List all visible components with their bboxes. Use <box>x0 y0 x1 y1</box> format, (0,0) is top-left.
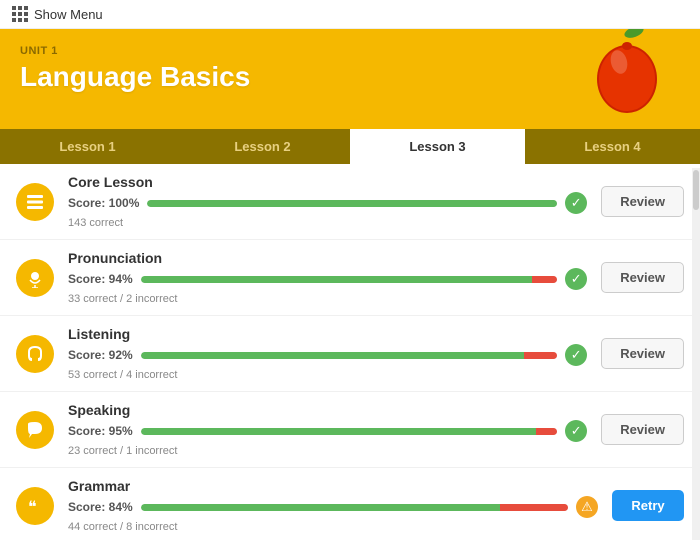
listening-review-button[interactable]: Review <box>601 338 684 369</box>
scrollbar[interactable] <box>692 168 700 540</box>
listening-info: Listening Score: 92% ✓ 53 correct / 4 in… <box>68 326 587 381</box>
speaking-icon <box>16 411 54 449</box>
grammar-score: Score: 84% <box>68 500 133 514</box>
core-lesson-name: Core Lesson <box>68 174 587 190</box>
speaking-progress-green <box>141 428 537 435</box>
pronunciation-progress-bg <box>141 276 557 283</box>
list-item: Listening Score: 92% ✓ 53 correct / 4 in… <box>0 316 700 392</box>
pronunciation-score: Score: 94% <box>68 272 133 286</box>
listening-status-icon: ✓ <box>565 344 587 366</box>
listening-progress-bg <box>141 352 557 359</box>
core-lesson-score-row: Score: 100% ✓ <box>68 192 587 214</box>
tab-lesson4[interactable]: Lesson 4 <box>525 129 700 164</box>
speaking-status-icon: ✓ <box>565 420 587 442</box>
grammar-icon: ❝ <box>16 487 54 525</box>
listening-name: Listening <box>68 326 587 342</box>
speaking-correct: 23 correct / 1 incorrect <box>68 445 587 457</box>
speaking-score-row: Score: 95% ✓ <box>68 420 587 442</box>
tab-lesson2[interactable]: Lesson 2 <box>175 129 350 164</box>
svg-text:❝: ❝ <box>28 499 37 516</box>
content-area: Core Lesson Score: 100% ✓ 143 correct Re… <box>0 164 700 536</box>
unit-label: UNIT 1 <box>20 45 680 57</box>
listening-progress-green <box>141 352 524 359</box>
pronunciation-correct: 33 correct / 2 incorrect <box>68 293 587 305</box>
lesson-tabs: Lesson 1 Lesson 2 Lesson 3 Lesson 4 <box>0 129 700 164</box>
speaking-name: Speaking <box>68 402 587 418</box>
pronunciation-status-icon: ✓ <box>565 268 587 290</box>
speaking-review-button[interactable]: Review <box>601 414 684 445</box>
list-item: Speaking Score: 95% ✓ 23 correct / 1 inc… <box>0 392 700 468</box>
core-lesson-status-icon: ✓ <box>565 192 587 214</box>
list-item: ❝ Grammar Score: 84% ⚠ 44 correct / 8 in… <box>0 468 700 536</box>
core-lesson-info: Core Lesson Score: 100% ✓ 143 correct <box>68 174 587 229</box>
top-bar: Show Menu <box>0 0 700 29</box>
unit-title: Language Basics <box>20 61 680 93</box>
pronunciation-progress-red <box>532 276 557 283</box>
core-lesson-review-button[interactable]: Review <box>601 186 684 217</box>
apple-decoration <box>585 29 670 119</box>
listening-score: Score: 92% <box>68 348 133 362</box>
listening-correct: 53 correct / 4 incorrect <box>68 369 587 381</box>
grammar-score-row: Score: 84% ⚠ <box>68 496 598 518</box>
tab-lesson3[interactable]: Lesson 3 <box>350 129 525 164</box>
listening-progress-red <box>524 352 557 359</box>
grammar-info: Grammar Score: 84% ⚠ 44 correct / 8 inco… <box>68 478 598 533</box>
pronunciation-info: Pronunciation Score: 94% ✓ 33 correct / … <box>68 250 587 305</box>
list-item: Core Lesson Score: 100% ✓ 143 correct Re… <box>0 164 700 240</box>
pronunciation-icon <box>16 259 54 297</box>
core-lesson-correct: 143 correct <box>68 217 587 229</box>
scrollbar-thumb[interactable] <box>693 170 699 210</box>
listening-score-row: Score: 92% ✓ <box>68 344 587 366</box>
listening-icon <box>16 335 54 373</box>
grammar-progress-green <box>141 504 500 511</box>
pronunciation-review-button[interactable]: Review <box>601 262 684 293</box>
grammar-name: Grammar <box>68 478 598 494</box>
header-banner: UNIT 1 Language Basics <box>0 29 700 129</box>
pronunciation-name: Pronunciation <box>68 250 587 266</box>
tab-lesson1[interactable]: Lesson 1 <box>0 129 175 164</box>
grammar-progress-bg <box>141 504 568 511</box>
pronunciation-score-row: Score: 94% ✓ <box>68 268 587 290</box>
core-lesson-progress-green <box>147 200 557 207</box>
core-lesson-progress-bg <box>147 200 557 207</box>
pronunciation-progress-green <box>141 276 532 283</box>
speaking-score: Score: 95% <box>68 424 133 438</box>
core-lesson-icon <box>16 183 54 221</box>
list-item: Pronunciation Score: 94% ✓ 33 correct / … <box>0 240 700 316</box>
grammar-retry-button[interactable]: Retry <box>612 490 684 521</box>
speaking-progress-red <box>536 428 557 435</box>
show-menu-label[interactable]: Show Menu <box>34 7 103 22</box>
menu-grid-icon <box>12 6 26 22</box>
speaking-info: Speaking Score: 95% ✓ 23 correct / 1 inc… <box>68 402 587 457</box>
grammar-progress-red <box>500 504 568 511</box>
grammar-correct: 44 correct / 8 incorrect <box>68 521 598 533</box>
speaking-progress-bg <box>141 428 557 435</box>
core-lesson-score: Score: 100% <box>68 196 139 210</box>
app-wrapper: Show Menu UNIT 1 Language Basics Lesson … <box>0 0 700 536</box>
grammar-status-icon: ⚠ <box>576 496 598 518</box>
